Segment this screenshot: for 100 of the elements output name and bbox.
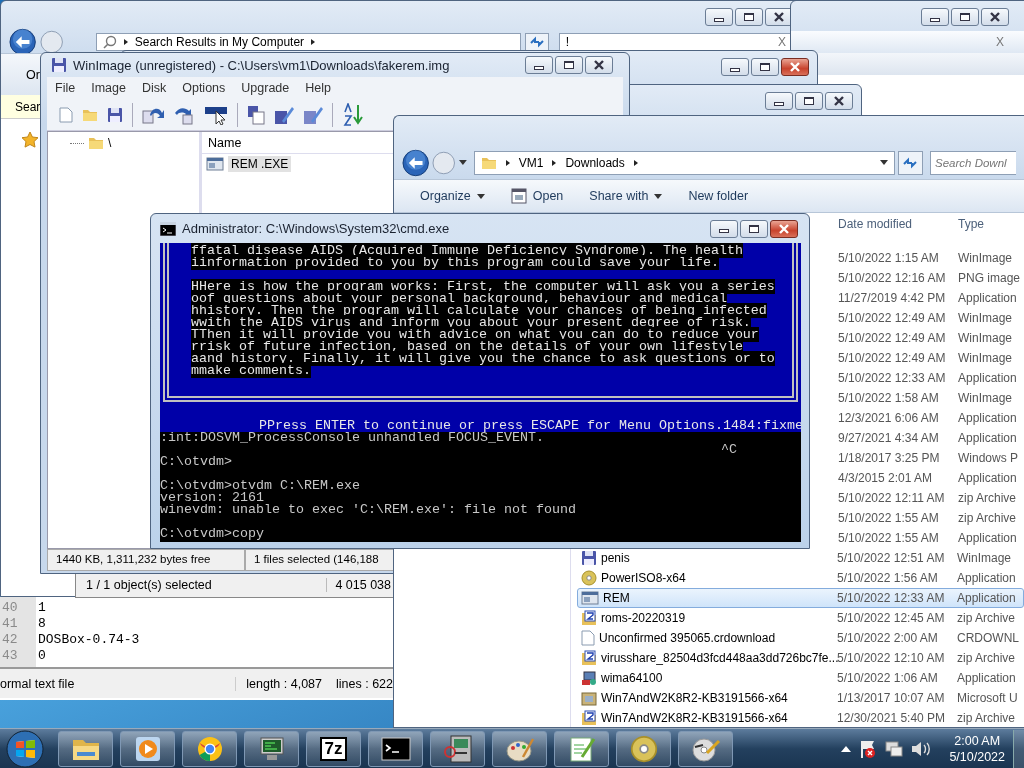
list-item[interactable]: REM .EXE [228, 156, 292, 172]
file-row[interactable]: Win7AndW2K8R2-KB3191566-x64 1/13/2017 10:07 AM Microsoft U [577, 688, 1024, 708]
file-row[interactable]: 5/10/2022 1:15 AM WinImage [833, 248, 1024, 268]
close-icon[interactable] [593, 60, 605, 70]
file-row[interactable]: 4/3/2015 2:01 AM Application [833, 468, 1024, 488]
flag-icon[interactable] [859, 739, 878, 759]
toolbar-button[interactable]: Share with [589, 187, 663, 205]
menu-item[interactable]: Help [305, 81, 331, 95]
menu-item[interactable]: Upgrade [241, 81, 290, 95]
file-row[interactable]: roms-20220319 5/10/2022 12:45 AM zip Archive [577, 608, 1024, 628]
back-button[interactable] [402, 148, 430, 177]
taskbar-button[interactable] [492, 731, 547, 767]
file-row[interactable]: 5/10/2022 12:49 AM WinImage [833, 308, 1024, 328]
taskbar-button[interactable] [678, 731, 733, 767]
toolbar-button[interactable]: Or [26, 67, 40, 82]
file-row[interactable]: 12/3/2021 6:06 AM Application [833, 408, 1024, 428]
clear-button[interactable]: X [996, 35, 1004, 49]
clock[interactable]: 2:00 AM 5/10/2022 [949, 733, 1005, 765]
up-arrow-icon[interactable] [841, 745, 852, 753]
forward-button[interactable] [40, 30, 64, 54]
breadcrumb-item[interactable]: Downloads [565, 155, 625, 170]
menu-item[interactable]: File [55, 81, 76, 95]
close-button[interactable] [781, 58, 809, 76]
menu-item[interactable]: Image [91, 81, 126, 95]
toolbar-button[interactable]: New folder [688, 187, 749, 205]
pen-icon[interactable] [303, 104, 323, 125]
file-row[interactable]: virusshare_82504d3fcd448aa3dd726bc7fe...5/10/2022 12:10 AM zip Archive [577, 648, 1024, 668]
taskbar-button[interactable] [616, 731, 671, 767]
close-button[interactable] [825, 92, 853, 110]
file-row[interactable]: PowerISO8-x64 5/10/2022 1:56 AM Application [577, 568, 1024, 588]
close-icon[interactable] [773, 12, 785, 22]
file-row[interactable]: wima64100 5/10/2022 1:06 AM Application [577, 668, 1024, 688]
maximize-button[interactable] [751, 58, 779, 76]
maximize-button[interactable] [555, 56, 583, 74]
breadcrumb-item[interactable]: Search Results in My Computer [134, 35, 305, 49]
sort-icon[interactable] [342, 102, 364, 127]
maximize-button[interactable] [740, 219, 768, 238]
show-desktop-button[interactable] [1013, 730, 1024, 768]
back-button[interactable] [9, 28, 37, 56]
file-row[interactable]: 11/27/2019 4:42 PM Application [833, 288, 1024, 308]
file-row[interactable]: 5/10/2022 12:49 AM WinImage [833, 328, 1024, 348]
network-icon[interactable] [885, 740, 904, 758]
pen-icon[interactable] [274, 104, 294, 125]
close-button[interactable] [585, 56, 613, 74]
minimize-button[interactable] [525, 56, 553, 74]
file-row[interactable]: 5/10/2022 12:11 AM zip Archive [833, 488, 1024, 508]
taskbar-button[interactable] [120, 731, 175, 767]
file-row[interactable]: 5/10/2022 12:33 AM Application [833, 368, 1024, 388]
column-header[interactable]: Name [208, 135, 242, 150]
close-button[interactable] [770, 219, 798, 238]
refresh-button[interactable] [897, 150, 923, 175]
minimize-button[interactable] [765, 92, 793, 110]
file-row[interactable]: 9/27/2021 4:34 AM Application [833, 428, 1024, 448]
file-row[interactable]: 1/18/2017 3:25 PM Windows P [833, 448, 1024, 468]
refresh-icon[interactable] [528, 35, 545, 49]
taskbar-button[interactable] [244, 731, 299, 767]
taskbar-button[interactable]: 7z [306, 731, 361, 767]
toolbar-button[interactable]: Open [510, 186, 564, 206]
search-field[interactable]: ! X [558, 33, 793, 51]
close-button[interactable] [765, 8, 793, 26]
close-icon[interactable] [833, 96, 845, 106]
tree-item[interactable]: \ [108, 136, 112, 150]
refresh-button[interactable] [525, 33, 549, 51]
search-field[interactable]: Search Downl [930, 150, 1016, 175]
speaker-icon[interactable] [911, 741, 932, 757]
minimize-button[interactable] [721, 58, 749, 76]
file-row[interactable]: 5/10/2022 12:16 AM PNG image [833, 268, 1024, 288]
file-row[interactable]: Win7AndW2K8R2-KB3191566-x64 12/30/2021 5:40 PM zip Archive [577, 708, 1024, 727]
close-button[interactable] [981, 8, 1009, 26]
minimize-button[interactable] [710, 219, 738, 238]
taskbar-button[interactable] [182, 731, 237, 767]
column-header[interactable]: Date modified [838, 217, 958, 231]
minimize-button[interactable] [921, 8, 949, 26]
taskbar-button[interactable] [554, 731, 609, 767]
taskbar-button[interactable] [430, 731, 485, 767]
column-header[interactable]: Type [958, 217, 984, 231]
file-row[interactable]: Unconfirmed 395065.crdownload 5/10/2022 2:00 AM CRDOWNL [577, 628, 1024, 648]
taskbar-button[interactable] [368, 731, 423, 767]
search-field[interactable]: X [791, 31, 1024, 53]
menu-item[interactable]: Options [182, 81, 226, 95]
maximize-button[interactable] [795, 92, 823, 110]
file-row[interactable]: 5/10/2022 1:58 AM WinImage [833, 388, 1024, 408]
minimize-button[interactable] [705, 8, 733, 26]
menu-item[interactable]: Disk [141, 81, 167, 95]
clear-button[interactable]: X [778, 35, 786, 49]
maximize-button[interactable] [951, 8, 979, 26]
refresh-icon[interactable] [902, 155, 919, 170]
address-bar[interactable]: VM1 Downloads [473, 150, 895, 175]
address-bar[interactable]: Search Results in My Computer [95, 33, 522, 51]
file-row[interactable]: 5/10/2022 1:55 AM Application [833, 528, 1024, 548]
breadcrumb-item[interactable]: VM1 [518, 155, 544, 170]
taskbar-button[interactable] [58, 731, 113, 767]
start-button[interactable] [4, 730, 46, 768]
pointer-icon[interactable] [204, 104, 228, 125]
file-row[interactable]: 5/10/2022 12:49 AM WinImage [833, 348, 1024, 368]
close-icon[interactable] [989, 12, 1001, 22]
file-row[interactable]: REM 5/10/2022 12:33 AM Application [577, 588, 1024, 608]
file-row[interactable]: 5/10/2022 1:55 AM zip Archive [833, 508, 1024, 528]
copy-icon[interactable] [247, 104, 265, 125]
toolbar-button[interactable]: Organize [420, 187, 485, 205]
